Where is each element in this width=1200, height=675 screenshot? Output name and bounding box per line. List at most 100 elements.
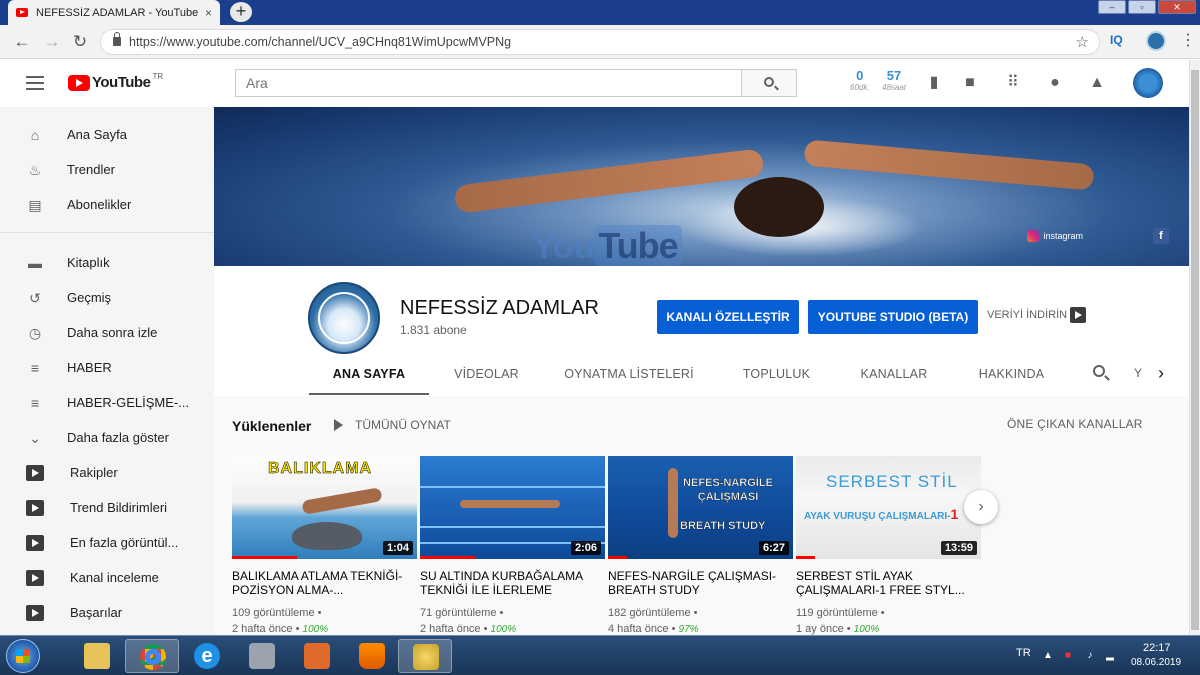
internet-explorer-icon: e <box>194 643 220 669</box>
video-thumbnail[interactable]: 2:06 <box>420 456 605 559</box>
banner-swimmer-arm <box>453 148 765 214</box>
back-icon[interactable]: ← <box>12 32 32 52</box>
video-title[interactable]: NEFES-NARGİLE ÇALIŞMASI-BREATH STUDY <box>608 569 793 597</box>
taskbar-paint[interactable] <box>398 639 452 673</box>
banner-youtube-watermark: You Tube <box>532 225 682 266</box>
sidebar-item-subscriptions[interactable]: ▤ Abonelikler <box>0 187 214 222</box>
taskbar-chrome[interactable] <box>125 639 179 673</box>
shelf-next-arrow-icon[interactable]: › <box>964 490 998 524</box>
taskbar-ie[interactable]: e <box>180 639 234 673</box>
thumbnail-caption-2: BREATH STUDY <box>680 520 766 532</box>
sidebar-item-watch-later[interactable]: ◷ Daha sonra izle <box>0 315 214 350</box>
youtube-wordmark: YouTube <box>92 74 151 91</box>
channel-search-icon[interactable] <box>1093 365 1109 381</box>
chrome-icon <box>140 644 166 670</box>
tab-videos[interactable]: VİDEOLAR <box>439 363 534 395</box>
tab-close-icon[interactable]: × <box>205 6 212 20</box>
search-button[interactable] <box>741 69 797 97</box>
sidebar-item-trending[interactable]: ♨ Trendler <box>0 152 214 187</box>
sidebar-item-channel-review[interactable]: Kanal inceleme <box>0 560 214 595</box>
video-title[interactable]: SERBEST STİL AYAK ÇALIŞMALARI-1 FREE STY… <box>796 569 981 597</box>
uploads-section-title[interactable]: Yüklenenler <box>232 418 311 434</box>
sidebar-item-library[interactable]: ▬ Kitaplık <box>0 245 214 280</box>
page-scrollbar[interactable] <box>1189 60 1200 635</box>
youtube-logo[interactable]: YouTube TR <box>68 72 163 91</box>
address-bar[interactable]: https://www.youtube.com/channel/UCV_a9CH… <box>100 29 1100 55</box>
network-signal-icon[interactable]: ▂ <box>1104 650 1116 662</box>
chevron-right-icon[interactable]: › <box>1158 363 1164 384</box>
sidebar-item-channel-most-viewed[interactable]: En fazla görüntül... <box>0 525 214 560</box>
reload-icon[interactable]: ↻ <box>70 32 90 52</box>
iq-extension-icon[interactable]: IQ <box>1110 33 1123 47</box>
sidebar-item-channel-trend[interactable]: Trend Bildirimleri <box>0 490 214 525</box>
youtube-studio-button[interactable]: YOUTUBE STUDIO (BETA) <box>808 300 978 334</box>
taskbar-app-4[interactable] <box>235 639 289 673</box>
sidebar-item-playlist-haber[interactable]: ≡ HABER <box>0 350 214 385</box>
download-data-icon[interactable] <box>1070 307 1086 323</box>
extension-logo-icon[interactable] <box>1146 31 1166 51</box>
url-text[interactable]: https://www.youtube.com/channel/UCV_a9CH… <box>129 35 511 49</box>
sidebar-item-channel-achievements[interactable]: Başarılar <box>0 595 214 630</box>
download-data-link[interactable]: VERİYİ İNDİRİN <box>987 309 1067 321</box>
paint-icon <box>413 644 439 670</box>
forward-icon[interactable]: → <box>42 32 62 52</box>
video-rating: 100% <box>302 624 329 635</box>
maximize-icon[interactable]: ▫ <box>1128 0 1156 14</box>
video-thumbnail[interactable]: SERBEST STİL AYAK VURUŞU ÇALIŞMALARI-1 1… <box>796 456 981 559</box>
apps-grid-icon[interactable]: ⠿ <box>1003 73 1023 93</box>
video-card[interactable]: NEFES-NARGİLE ÇALIŞMASI BREATH STUDY 6:2… <box>608 456 793 638</box>
create-video-icon[interactable]: ■ <box>960 73 980 93</box>
tab-about[interactable]: HAKKINDA <box>964 363 1059 395</box>
tab-playlists[interactable]: OYNATMA LİSTELERİ <box>554 363 704 395</box>
sidebar-item-show-more[interactable]: ⌄ Daha fazla göster <box>0 420 214 455</box>
video-card[interactable]: SERBEST STİL AYAK VURUŞU ÇALIŞMALARI-1 1… <box>796 456 981 638</box>
channel-avatar[interactable] <box>308 282 380 354</box>
star-icon[interactable]: ☆ <box>1076 33 1089 51</box>
video-thumbnail[interactable]: BALIKLAMA 1:04 <box>232 456 417 559</box>
analytics-icon[interactable]: ▮ <box>924 73 944 93</box>
sidebar-item-playlist-haber-gelisme[interactable]: ≡ HABER-GELİŞME-... <box>0 385 214 420</box>
messages-icon[interactable]: ● <box>1045 73 1065 93</box>
browser-tab[interactable]: NEFESSİZ ADAMLAR - YouTube × <box>8 0 220 25</box>
tray-expand-icon[interactable]: ▲ <box>1042 650 1054 662</box>
windows-taskbar: e TR ▲ ■ ♪ ▂ 22:17 08.06.2019 <box>0 635 1200 675</box>
notifications-bell-icon[interactable]: ▲ <box>1087 73 1107 93</box>
sidebar-item-channel-rakipler[interactable]: Rakipler <box>0 455 214 490</box>
volume-icon[interactable]: ♪ <box>1084 650 1096 662</box>
player-app-icon <box>304 643 330 669</box>
video-rating: 100% <box>853 624 880 635</box>
video-title[interactable]: BALIKLAMA ATLAMA TEKNİĞİ- POZİSYON ALMA-… <box>232 569 417 597</box>
new-tab-button[interactable]: + <box>230 2 252 22</box>
tray-app-icon[interactable]: ■ <box>1062 650 1074 662</box>
taskbar-explorer[interactable] <box>70 639 124 673</box>
taskbar-app-5[interactable] <box>290 639 344 673</box>
window-close-icon[interactable]: ✕ <box>1158 0 1196 14</box>
tab-community[interactable]: TOPLULUK <box>724 363 829 395</box>
guide-menu-icon[interactable] <box>26 76 44 90</box>
minimize-icon[interactable]: – <box>1098 0 1126 14</box>
instagram-link[interactable]: instagram <box>1027 230 1083 242</box>
video-card[interactable]: BALIKLAMA 1:04 BALIKLAMA ATLAMA TEKNİĞİ-… <box>232 456 417 638</box>
sidebar-item-label: Abonelikler <box>67 197 132 212</box>
sidebar-item-home[interactable]: ⌂ Ana Sayfa <box>0 117 214 152</box>
tab-home[interactable]: ANA SAYFA <box>309 363 429 395</box>
clock-time[interactable]: 22:17 <box>1143 642 1171 654</box>
search-input[interactable] <box>236 70 741 96</box>
play-all-button[interactable]: TÜMÜNÜ OYNAT <box>334 418 451 432</box>
language-indicator[interactable]: TR <box>1016 647 1031 659</box>
video-title[interactable]: SU ALTINDA KURBAĞALAMA TEKNİĞİ İLE İLERL… <box>420 569 605 597</box>
guide-sidebar: ⌂ Ana Sayfa ♨ Trendler ▤ Abonelikler ▬ K… <box>0 107 214 635</box>
tab-channels[interactable]: KANALLAR <box>844 363 944 395</box>
sidebar-item-history[interactable]: ↺ Geçmiş <box>0 280 214 315</box>
scrollbar-thumb[interactable] <box>1191 70 1199 630</box>
taskbar-vlc[interactable] <box>345 639 399 673</box>
start-button[interactable] <box>6 639 40 673</box>
clock-date[interactable]: 08.06.2019 <box>1131 657 1181 668</box>
browser-menu-icon[interactable]: ⋮ <box>1180 31 1196 51</box>
account-avatar[interactable] <box>1133 68 1163 98</box>
sidebar-item-label: HABER-GELİŞME-... <box>67 395 190 410</box>
customize-channel-button[interactable]: KANALI ÖZELLEŞTİR <box>657 300 799 334</box>
facebook-icon[interactable]: f <box>1153 228 1169 244</box>
video-thumbnail[interactable]: NEFES-NARGİLE ÇALIŞMASI BREATH STUDY 6:2… <box>608 456 793 559</box>
video-card[interactable]: 2:06 SU ALTINDA KURBAĞALAMA TEKNİĞİ İLE … <box>420 456 605 638</box>
